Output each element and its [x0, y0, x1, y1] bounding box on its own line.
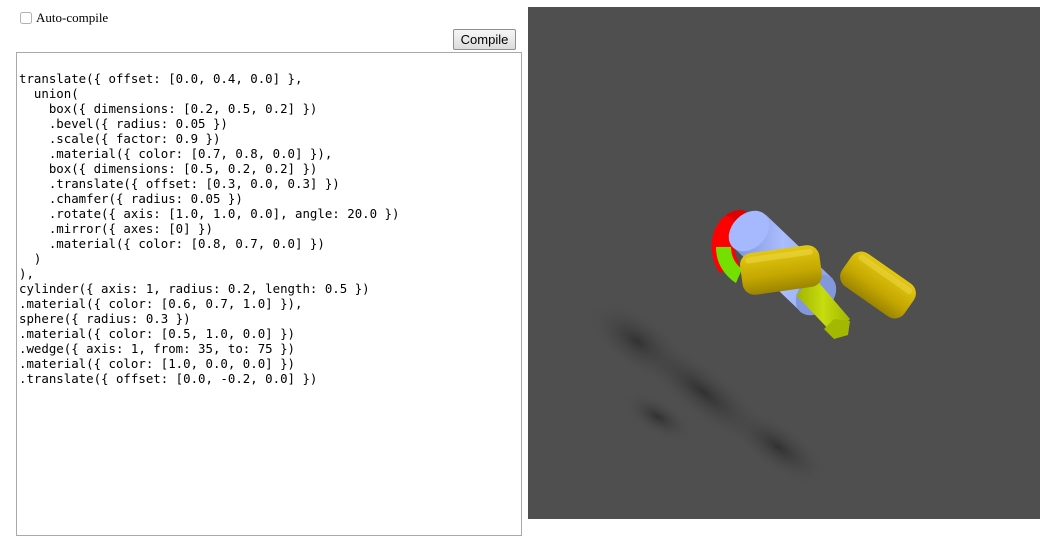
auto-compile-checkbox[interactable]: [20, 12, 32, 24]
auto-compile-option[interactable]: Auto-compile: [20, 9, 108, 27]
compile-button[interactable]: Compile: [453, 29, 516, 50]
shadow: [586, 300, 830, 487]
box-gold-right: [840, 251, 916, 319]
auto-compile-label: Auto-compile: [36, 10, 109, 25]
scene-render: [586, 210, 916, 487]
code-editor[interactable]: translate({ offset: [0.0, 0.4, 0.0] }, u…: [16, 52, 522, 536]
3d-viewport[interactable]: [528, 7, 1040, 519]
